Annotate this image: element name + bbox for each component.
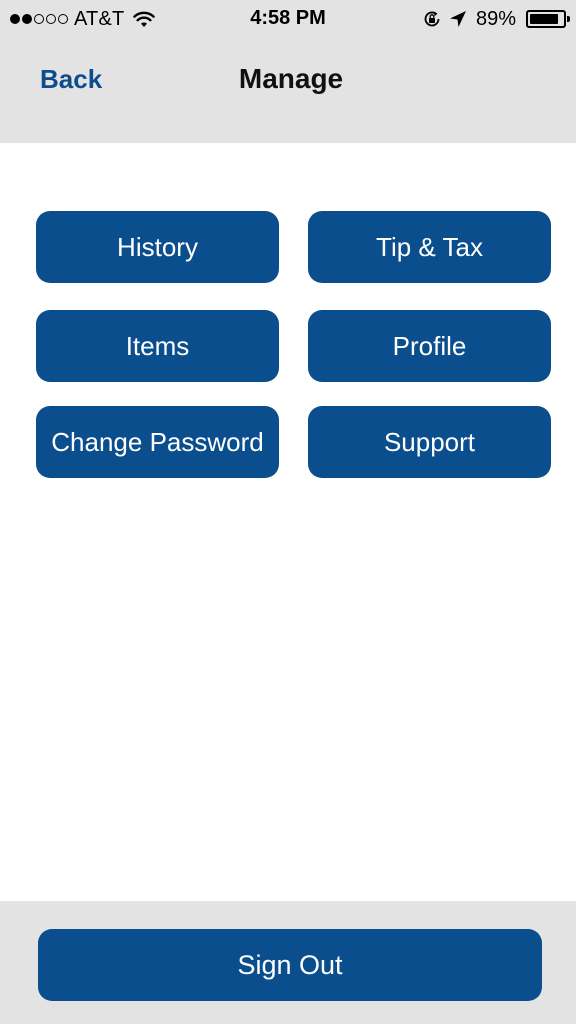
- battery-nub: [567, 16, 570, 22]
- page-title: Manage: [238, 63, 344, 94]
- profile-button[interactable]: Profile: [308, 310, 551, 382]
- change-password-button[interactable]: Change Password: [36, 406, 279, 478]
- location-arrow-icon: [448, 9, 468, 29]
- battery-percent: 89%: [475, 7, 516, 30]
- footer-bar: Sign Out: [0, 901, 576, 1024]
- status-right: 89%: [422, 7, 570, 31]
- sign-out-button[interactable]: Sign Out: [38, 929, 542, 1001]
- battery-level-fill: [530, 14, 558, 24]
- header: AT&T 4:58 PM 89% Back Manage: [0, 0, 576, 143]
- history-button[interactable]: History: [36, 211, 279, 283]
- rotation-lock-icon: [422, 9, 442, 29]
- status-bar: AT&T 4:58 PM 89%: [0, 0, 576, 38]
- support-button[interactable]: Support: [308, 406, 551, 478]
- items-button[interactable]: Items: [36, 310, 279, 382]
- manage-screen: AT&T 4:58 PM 89% Back Manage History Tip…: [0, 0, 576, 1024]
- battery-icon: [526, 10, 570, 28]
- tip-tax-button[interactable]: Tip & Tax: [308, 211, 551, 283]
